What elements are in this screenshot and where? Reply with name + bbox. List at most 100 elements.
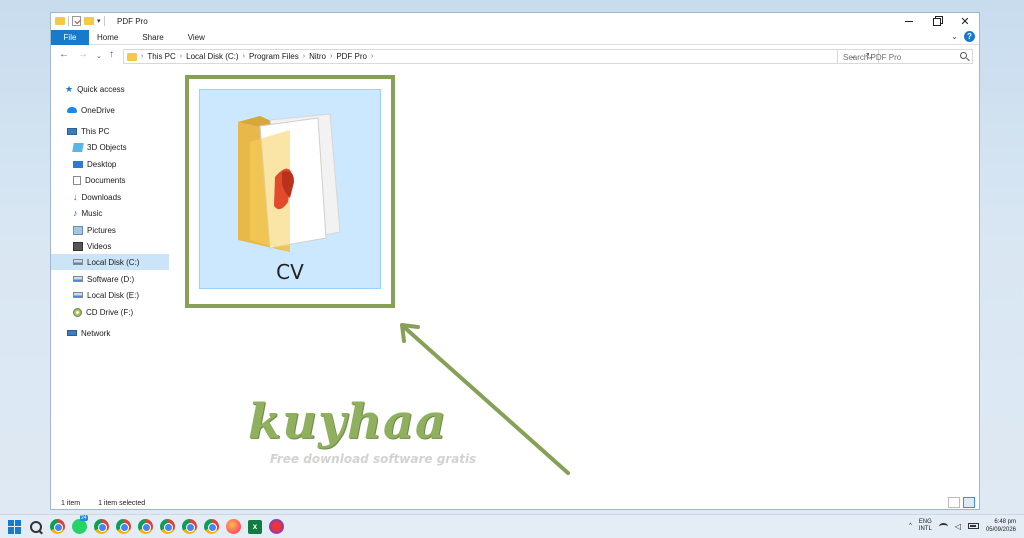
separator bbox=[103, 16, 105, 26]
disk-icon bbox=[73, 276, 83, 282]
chevron-right-icon[interactable]: › bbox=[330, 53, 332, 60]
sidebar-item-label: Local Disk (E:) bbox=[87, 290, 140, 300]
chevron-down-icon[interactable]: ⌄ bbox=[951, 32, 958, 41]
separator bbox=[68, 16, 69, 26]
sidebar-item-label: CD Drive (F:) bbox=[86, 307, 134, 317]
sidebar-item-label: Documents bbox=[85, 175, 126, 185]
sidebar-item-cd-drive-f[interactable]: CD Drive (F:) bbox=[73, 304, 169, 320]
up-arrow-icon[interactable]: ↑ bbox=[109, 49, 114, 60]
disk-icon bbox=[73, 292, 83, 298]
breadcrumb-this-pc[interactable]: This PC bbox=[147, 52, 175, 61]
sidebar-item-pictures[interactable]: Pictures bbox=[73, 222, 169, 238]
properties-icon[interactable] bbox=[72, 16, 81, 26]
breadcrumb-pdf-pro[interactable]: PDF Pro bbox=[336, 52, 367, 61]
watermark-tagline: Free download software gratis bbox=[270, 452, 477, 466]
document-icon bbox=[73, 175, 81, 185]
chevron-right-icon[interactable]: › bbox=[303, 53, 305, 60]
desktop-icon bbox=[73, 160, 83, 168]
tab-home[interactable]: Home bbox=[97, 33, 118, 42]
help-icon[interactable]: ? bbox=[964, 31, 975, 42]
sidebar-item-desktop[interactable]: Desktop bbox=[73, 156, 169, 172]
sidebar-item-music[interactable]: ♪ Music bbox=[73, 205, 169, 221]
clock-date: 05/09/2026 bbox=[985, 527, 1016, 533]
firefox-icon[interactable] bbox=[226, 519, 241, 534]
chevron-right-icon[interactable]: › bbox=[243, 53, 245, 60]
new-folder-icon[interactable] bbox=[84, 17, 94, 25]
sidebar-item-label: Network bbox=[81, 328, 111, 338]
maximize-button[interactable] bbox=[923, 13, 951, 30]
breadcrumb-nitro[interactable]: Nitro bbox=[309, 52, 326, 61]
taskbar: 24 x ^ ENG INTL ◁ 6:48 pm 05/09/2026 bbox=[0, 514, 1024, 538]
sidebar-item-onedrive[interactable]: OneDrive bbox=[67, 102, 169, 118]
search-input[interactable]: Search PDF Pro bbox=[837, 49, 973, 64]
recent-dropdown-icon[interactable]: ⌄ bbox=[96, 52, 102, 60]
sidebar-item-local-disk-e[interactable]: Local Disk (E:) bbox=[73, 287, 169, 303]
close-button[interactable]: ✕ bbox=[951, 13, 979, 30]
music-icon: ♪ bbox=[73, 208, 78, 218]
large-icons-view-icon[interactable] bbox=[963, 497, 975, 508]
sidebar-item-label: This PC bbox=[81, 126, 110, 136]
chevron-right-icon[interactable]: › bbox=[371, 53, 373, 60]
breadcrumb-local-disk[interactable]: Local Disk (C:) bbox=[186, 52, 238, 61]
ribbon-tabs: Home Share View bbox=[97, 30, 205, 45]
search-icon[interactable] bbox=[960, 52, 967, 59]
sidebar-item-this-pc[interactable]: This PC bbox=[67, 123, 169, 139]
chevron-right-icon[interactable]: › bbox=[180, 53, 182, 60]
chrome-icon[interactable] bbox=[204, 519, 219, 534]
whatsapp-icon[interactable]: 24 bbox=[72, 515, 88, 534]
picture-icon bbox=[73, 225, 83, 235]
disk-icon bbox=[73, 259, 83, 265]
wifi-icon[interactable] bbox=[938, 522, 948, 530]
address-bar[interactable]: › This PC › Local Disk (C:) › Program Fi… bbox=[123, 49, 879, 64]
tab-view[interactable]: View bbox=[188, 33, 205, 42]
star-icon: ★ bbox=[65, 83, 74, 94]
excel-icon[interactable]: x bbox=[248, 519, 262, 534]
speaker-icon[interactable]: ◁ bbox=[955, 522, 961, 531]
sidebar-item-label: OneDrive bbox=[81, 105, 115, 115]
search-icon[interactable] bbox=[29, 520, 43, 534]
sidebar-item-network[interactable]: Network bbox=[67, 325, 169, 341]
ribbon: File Home Share View ⌄ ? bbox=[51, 30, 979, 45]
sidebar-item-label: 3D Objects bbox=[87, 142, 127, 152]
sidebar-item-label: Music bbox=[81, 208, 103, 218]
chrome-icon[interactable] bbox=[182, 519, 197, 534]
tab-share[interactable]: Share bbox=[142, 33, 163, 42]
language-indicator[interactable]: ENG INTL bbox=[919, 519, 932, 533]
chevron-up-icon[interactable]: ^ bbox=[909, 523, 912, 529]
forward-arrow-icon[interactable]: → bbox=[78, 49, 88, 60]
sidebar-item-software-d[interactable]: Software (D:) bbox=[73, 271, 169, 287]
customize-dropdown-icon[interactable]: ▾ bbox=[97, 17, 101, 25]
tab-file[interactable]: File bbox=[51, 30, 89, 45]
title-bar: ▾ PDF Pro ✕ bbox=[51, 13, 979, 30]
sidebar-item-quick-access[interactable]: ★ Quick access bbox=[65, 81, 169, 97]
computer-icon bbox=[67, 127, 77, 135]
item-count: 1 item bbox=[61, 499, 81, 507]
sidebar-item-label: Local Disk (C:) bbox=[87, 257, 140, 267]
clock[interactable]: 6:48 pm 05/09/2026 bbox=[986, 518, 1016, 534]
system-tray: ^ ENG INTL ◁ 6:48 pm 05/09/2026 bbox=[909, 518, 1016, 534]
chrome-icon[interactable] bbox=[116, 519, 131, 534]
sidebar-item-documents[interactable]: Documents bbox=[73, 172, 169, 188]
battery-icon[interactable] bbox=[967, 523, 979, 529]
back-arrow-icon[interactable]: ← bbox=[59, 49, 69, 60]
file-list: CV kuyhaa Free download software gratis bbox=[172, 69, 980, 497]
ribbon-right: ⌄ ? bbox=[951, 31, 975, 42]
chrome-icon[interactable] bbox=[50, 519, 65, 534]
sidebar-item-3d-objects[interactable]: 3D Objects bbox=[72, 139, 169, 155]
chrome-icon[interactable] bbox=[94, 519, 109, 534]
sidebar-item-downloads[interactable]: ↓ Downloads bbox=[73, 189, 169, 205]
details-view-icon[interactable] bbox=[948, 497, 960, 508]
chevron-right-icon[interactable]: › bbox=[141, 53, 143, 60]
app-icon[interactable] bbox=[269, 519, 284, 534]
keyboard-layout: INTL bbox=[918, 526, 932, 532]
sidebar-item-local-disk-c[interactable]: Local Disk (C:) bbox=[51, 254, 169, 270]
chrome-icon[interactable] bbox=[160, 519, 175, 534]
start-icon[interactable] bbox=[8, 519, 22, 534]
chrome-icon[interactable] bbox=[138, 519, 153, 534]
address-row: ← → ⌄ ↑ › This PC › Local Disk (C:) › Pr… bbox=[51, 46, 979, 66]
breadcrumb-program-files[interactable]: Program Files bbox=[249, 52, 299, 61]
watermark-name: kuyhaa bbox=[248, 394, 448, 450]
sidebar-item-videos[interactable]: Videos bbox=[73, 238, 169, 254]
minimize-button[interactable] bbox=[895, 13, 923, 30]
view-switcher bbox=[948, 497, 975, 508]
